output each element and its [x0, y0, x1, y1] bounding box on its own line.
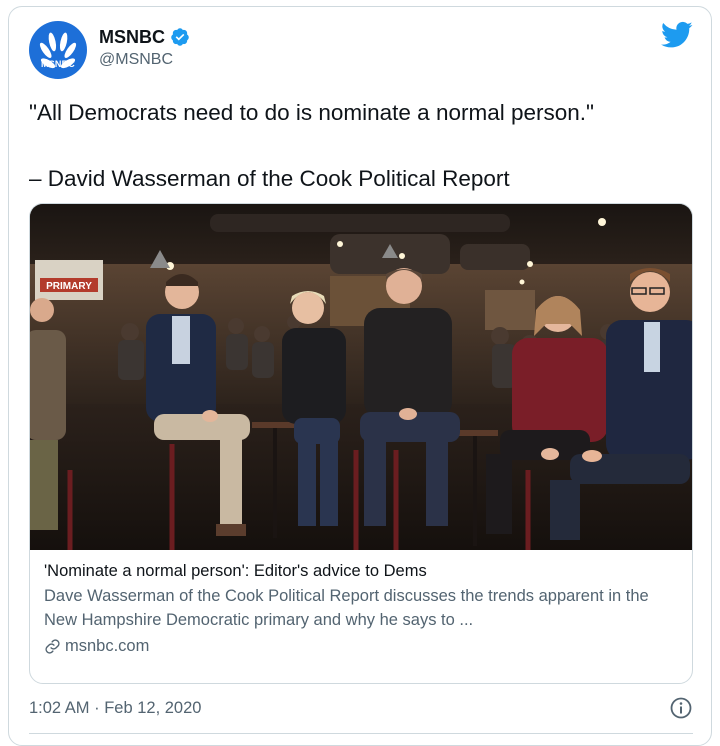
avatar[interactable]: MSNBC [29, 21, 87, 79]
tweet-header: MSNBC MSNBC @MSNBC [29, 21, 693, 81]
verified-badge-icon [171, 28, 189, 46]
account-names: MSNBC @MSNBC [99, 25, 190, 69]
tweet-attribution-line: – David Wasserman of the Cook Political … [29, 166, 510, 191]
tweet-text: "All Democrats need to do is nominate a … [29, 97, 689, 195]
account-handle[interactable]: @MSNBC [99, 51, 190, 69]
tweet-embed[interactable]: MSNBC MSNBC @MSNBC "All Democrats need t… [8, 6, 712, 746]
peacock-logo-icon [39, 32, 77, 69]
card-title[interactable]: 'Nominate a normal person': Editor's adv… [44, 560, 680, 583]
card-domain-text: msnbc.com [65, 637, 150, 655]
card-description: Dave Wasserman of the Cook Political Rep… [44, 587, 649, 629]
avatar-label: MSNBC [41, 59, 75, 69]
card-body: 'Nominate a normal person': Editor's adv… [44, 560, 680, 658]
tweet-quote-line: "All Democrats need to do is nominate a … [29, 100, 595, 125]
footer-divider [29, 733, 693, 734]
link-preview-card[interactable]: PRIMARY 'Nominate a normal person': Edit… [29, 203, 693, 684]
tweet-footer: 1:02 AM · Feb 12, 2020 [29, 695, 693, 721]
twitter-bird-icon[interactable] [661, 21, 693, 49]
info-icon[interactable] [669, 696, 693, 720]
link-icon [45, 638, 60, 654]
display-name-row: MSNBC [99, 25, 190, 49]
tweet-timestamp[interactable]: 1:02 AM · Feb 12, 2020 [29, 699, 201, 717]
tv-panel-photo: PRIMARY [30, 204, 692, 550]
card-domain[interactable]: msnbc.com [44, 634, 680, 658]
display-name[interactable]: MSNBC [99, 27, 165, 48]
card-image[interactable]: PRIMARY [30, 204, 692, 550]
card-banner-text: PRIMARY [46, 281, 92, 292]
